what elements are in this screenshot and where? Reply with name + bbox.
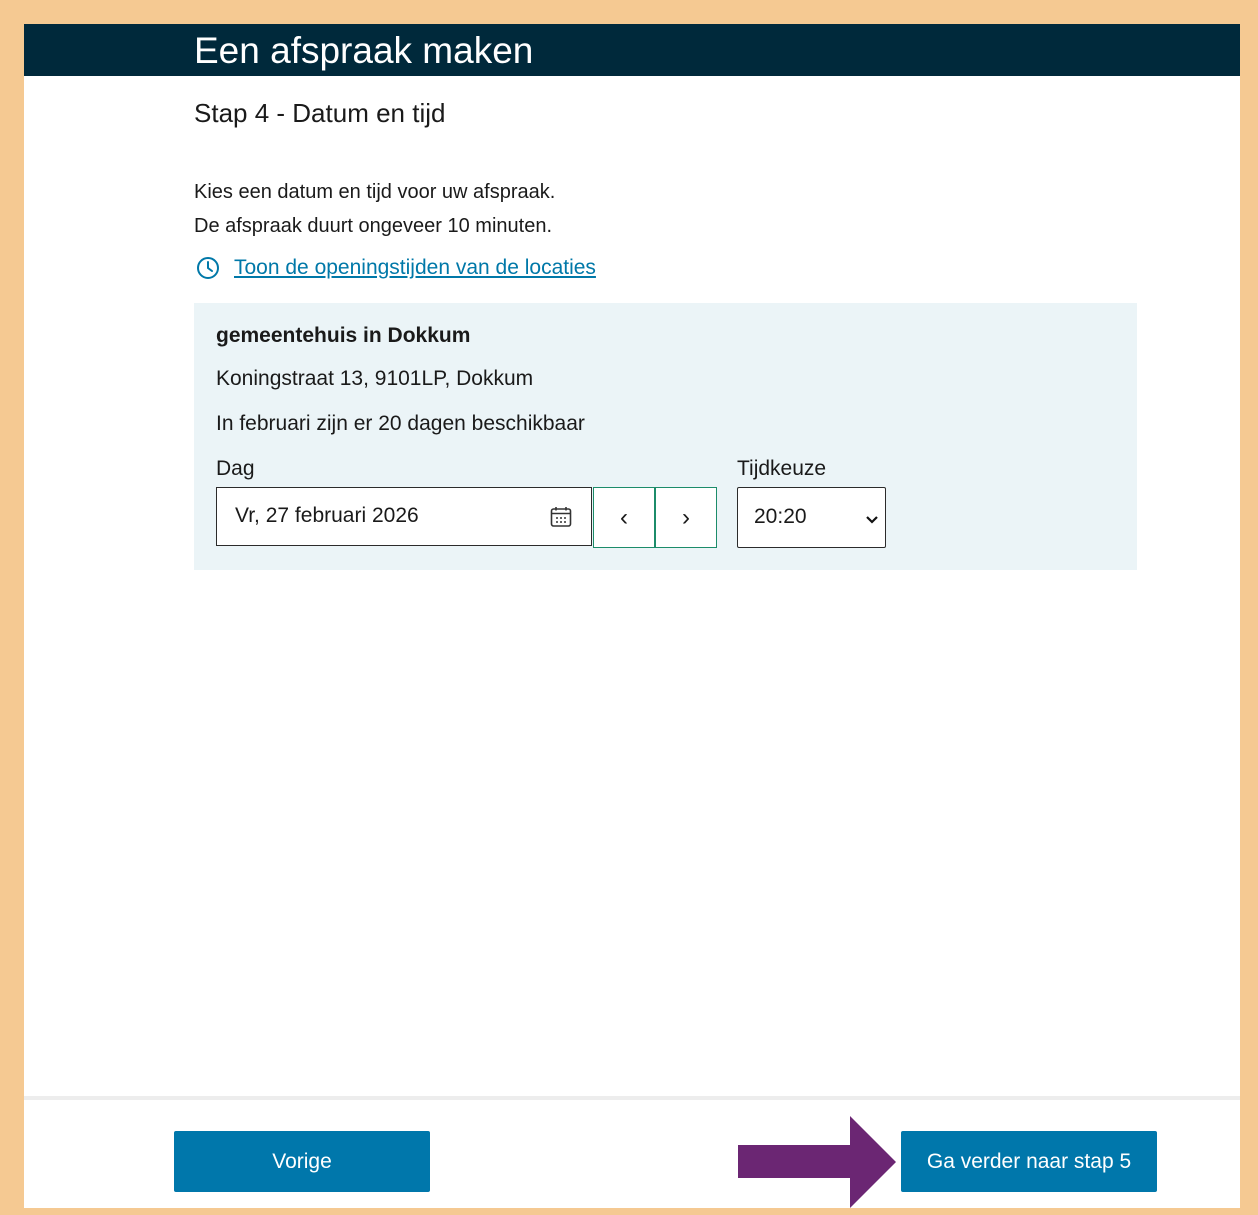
page-header: Een afspraak maken <box>24 24 1240 76</box>
page-frame: Een afspraak maken Stap 4 - Datum en tij… <box>24 24 1240 1208</box>
previous-step-button[interactable]: Vorige <box>174 1131 430 1192</box>
opening-hours-link[interactable]: Toon de openingstijden van de locaties <box>196 256 596 280</box>
time-select[interactable]: 20:20 <box>737 487 886 548</box>
clock-icon <box>196 256 220 280</box>
calendar-icon[interactable] <box>549 505 573 534</box>
location-panel: gemeentehuis in Dokkum Koningstraat 13, … <box>194 303 1137 570</box>
chevron-down-icon <box>865 512 879 530</box>
location-address: Koningstraat 13, 9101LP, Dokkum <box>216 367 534 390</box>
location-name: gemeentehuis in Dokkum <box>216 324 471 347</box>
annotation-arrow-icon <box>738 1116 896 1208</box>
next-step-button[interactable]: Ga verder naar stap 5 <box>901 1131 1157 1192</box>
chevron-right-icon: › <box>682 503 690 531</box>
page-title: Een afspraak maken <box>194 30 534 71</box>
date-label: Dag <box>216 457 255 480</box>
previous-day-button[interactable]: ‹ <box>593 487 655 548</box>
time-value: 20:20 <box>754 505 807 528</box>
opening-hours-link-label: Toon de openingstijden van de locaties <box>234 256 596 279</box>
intro-line-1: Kies een datum en tijd voor uw afspraak. <box>194 181 556 203</box>
time-label: Tijdkeuze <box>737 457 827 480</box>
date-value: Vr, 27 februari 2026 <box>235 504 419 527</box>
intro-text: Kies een datum en tijd voor uw afspraak.… <box>194 175 555 243</box>
location-availability: In februari zijn er 20 dagen beschikbaar <box>216 412 585 435</box>
date-input[interactable]: Vr, 27 februari 2026 <box>216 487 592 546</box>
next-day-button[interactable]: › <box>655 487 717 548</box>
step-title: Stap 4 - Datum en tijd <box>194 98 446 128</box>
footer-divider <box>24 1096 1240 1100</box>
intro-line-2: De afspraak duurt ongeveer 10 minuten. <box>194 215 552 237</box>
chevron-left-icon: ‹ <box>620 503 628 531</box>
